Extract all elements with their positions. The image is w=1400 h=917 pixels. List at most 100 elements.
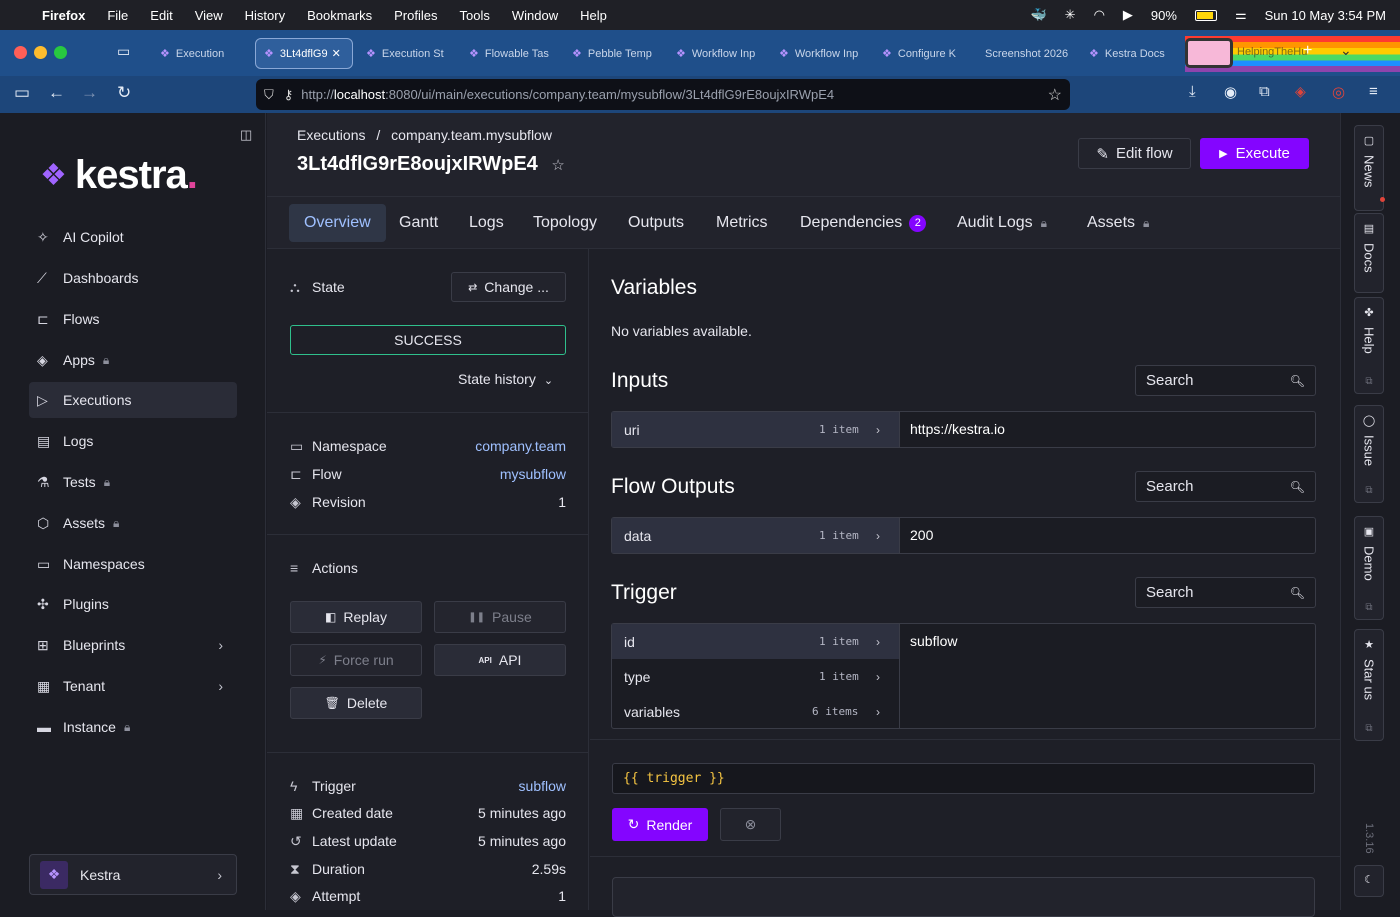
menu-history[interactable]: History (245, 8, 285, 23)
favorite-star-icon[interactable]: ☆ (551, 157, 564, 174)
replay-button[interactable]: ◧ Replay (290, 601, 422, 633)
menu-tools[interactable]: Tools (460, 8, 490, 23)
new-tab-button[interactable]: + (1303, 42, 1312, 60)
back-icon[interactable]: ← (48, 83, 65, 103)
menu-help[interactable]: Help (580, 8, 607, 23)
tab-topology[interactable]: Topology (518, 204, 612, 242)
menu-file[interactable]: File (107, 8, 128, 23)
menu-bookmarks[interactable]: Bookmarks (307, 8, 372, 23)
browser-tab[interactable]: ❖ Configure K (874, 38, 974, 69)
docker-icon[interactable]: 🐳 (1030, 7, 1046, 23)
menu-hamburger-icon[interactable]: ≡ (1369, 83, 1378, 100)
trigger-search-input[interactable]: Search 🔍︎ (1135, 577, 1316, 608)
browser-tab[interactable]: ❖ Execution St (358, 38, 458, 69)
kestra-logo[interactable]: ❖ kestra. (40, 153, 198, 198)
menu-profiles[interactable]: Profiles (394, 8, 437, 23)
tab-metrics[interactable]: Metrics (701, 204, 783, 242)
sidebar-item-instance[interactable]: ▬ Instance 🔒︎ (29, 709, 237, 745)
sidebar-item-dashboards[interactable]: ⟋ Dashboards (29, 260, 237, 296)
browser-tab[interactable]: ❖ Kestra Docs (1081, 38, 1181, 69)
address-bar[interactable]: ⛉ ⚷ http://localhost:8080/ui/main/execut… (256, 79, 1070, 110)
execute-button[interactable]: ▶ Execute (1200, 138, 1309, 169)
browser-tab[interactable]: Screenshot 2026 (977, 38, 1077, 69)
control-center-icon[interactable]: ⚌ (1235, 7, 1247, 23)
record-extension-icon[interactable]: ◎ (1332, 83, 1345, 101)
trigger-key-row-variables[interactable]: variables 6 items › (612, 694, 899, 729)
outputs-key-row[interactable]: data 1 item › (612, 518, 899, 553)
breadcrumb-executions[interactable]: Executions (297, 127, 365, 143)
menu-window[interactable]: Window (512, 8, 558, 23)
sidebar-item-tests[interactable]: ⚗ Tests 🔒︎ (29, 464, 237, 500)
browser-tab-active[interactable]: ❖ 3Lt4dflG9 ✕ (255, 38, 353, 69)
close-tab-icon[interactable]: ✕ (332, 47, 341, 60)
pause-button[interactable]: ❚❚ Pause (434, 601, 566, 633)
outputs-search-input[interactable]: Search 🔍︎ (1135, 471, 1316, 502)
sidebar-item-logs[interactable]: ▤ Logs (29, 423, 237, 459)
render-button[interactable]: ↻ Render (612, 808, 708, 841)
breadcrumb-flow[interactable]: company.team.mysubflow (391, 127, 552, 143)
extensions-icon[interactable]: ⧉ (1259, 83, 1270, 100)
menu-app-name[interactable]: Firefox (42, 8, 85, 23)
browser-tab[interactable]: ❖ Execution (152, 38, 252, 69)
play-status-icon[interactable]: ▶ (1123, 7, 1133, 23)
reload-icon[interactable]: ↻ (117, 83, 131, 103)
rail-issue-button[interactable]: ◯ Issue ⧉ (1354, 405, 1384, 503)
flow-link[interactable]: mysubflow (500, 466, 566, 482)
key-icon[interactable]: ⚷ (284, 87, 294, 103)
api-button[interactable]: API API (434, 644, 566, 676)
tab-audit-logs[interactable]: Audit Logs 🔒︎ (942, 204, 1062, 242)
rail-help-button[interactable]: ✤ Help ⧉ (1354, 297, 1384, 394)
forward-icon[interactable]: → (81, 83, 98, 103)
clear-button[interactable]: ⊗ (720, 808, 781, 841)
browser-tab[interactable]: ❖ Flowable Tas (461, 38, 561, 69)
tenant-switcher[interactable]: ❖ Kestra › (29, 854, 237, 895)
close-window-button[interactable] (14, 46, 27, 59)
sidebar-item-executions[interactable]: ▷ Executions (29, 382, 237, 418)
browser-tab[interactable]: ❖ Workflow Inp (668, 38, 768, 69)
sidebar-item-flows[interactable]: ⊏ Flows (29, 301, 237, 337)
sidebar-item-blueprints[interactable]: ⊞ Blueprints › (29, 627, 237, 663)
tab-dependencies[interactable]: Dependencies 2 (785, 204, 941, 242)
sidebar-item-plugins[interactable]: ✣ Plugins (29, 586, 237, 622)
sparkle-status-icon[interactable]: ✳ (1065, 7, 1076, 23)
sidebar-item-namespaces[interactable]: ▭ Namespaces (29, 546, 237, 582)
inputs-key-row[interactable]: uri 1 item › (612, 412, 899, 447)
tab-overview[interactable]: Overview (289, 204, 386, 242)
edit-flow-button[interactable]: ✎ Edit flow (1078, 138, 1191, 169)
tab-gantt[interactable]: Gantt (384, 204, 453, 242)
tab-list-icon[interactable]: ⌄ (1340, 42, 1352, 59)
download-icon[interactable]: ⤓ (1189, 83, 1196, 100)
browser-tab[interactable]: HelpingTheHu (1237, 46, 1307, 58)
trigger-link[interactable]: subflow (519, 778, 566, 794)
sidebar-item-apps[interactable]: ◈ Apps 🔒︎ (29, 342, 237, 378)
tab-logs[interactable]: Logs (454, 204, 519, 242)
expression-input[interactable]: {{ trigger }} (612, 763, 1315, 794)
sidebar-item-ai-copilot[interactable]: ✧ AI Copilot (29, 219, 237, 255)
rail-theme-button[interactable]: ☾ (1354, 865, 1384, 897)
force-run-button[interactable]: ⚡︎ Force run (290, 644, 422, 676)
delete-button[interactable]: 🗑︎ Delete (290, 687, 422, 719)
rail-demo-button[interactable]: ▣ Demo ⧉ (1354, 516, 1384, 620)
inputs-search-input[interactable]: Search 🔍︎ (1135, 365, 1316, 396)
menu-edit[interactable]: Edit (150, 8, 172, 23)
namespace-link[interactable]: company.team (475, 438, 566, 454)
account-icon[interactable]: ◉ (1224, 83, 1237, 101)
sidebar-item-assets[interactable]: ⬡ Assets 🔒︎ (29, 505, 237, 541)
browser-tab[interactable]: ❖ Workflow Inp (771, 38, 871, 69)
trigger-key-row-type[interactable]: type 1 item › (612, 659, 899, 694)
tab-outputs[interactable]: Outputs (613, 204, 699, 242)
browser-tab[interactable]: ❖ Pebble Temp (564, 38, 664, 69)
rail-news-button[interactable]: ▢ News (1354, 125, 1385, 211)
sidebar-toggle-icon[interactable]: ▭ (14, 83, 30, 103)
tab-assets[interactable]: Assets 🔒︎ (1072, 204, 1164, 242)
maximize-window-button[interactable] (54, 46, 67, 59)
wifi-icon[interactable]: ◠ (1094, 7, 1105, 23)
minimize-window-button[interactable] (34, 46, 47, 59)
change-state-button[interactable]: ⇄ Change ... (451, 272, 566, 302)
extension-badge-icon[interactable]: ◈ (1295, 83, 1306, 100)
state-history-toggle[interactable]: State history ⌄ (458, 371, 553, 387)
menu-view[interactable]: View (195, 8, 223, 23)
sidebar-item-tenant[interactable]: ▦ Tenant › (29, 668, 237, 704)
collapse-sidebar-icon[interactable]: ◫ (240, 127, 252, 143)
rail-star-us-button[interactable]: ★ Star us ⧉ (1354, 629, 1384, 741)
